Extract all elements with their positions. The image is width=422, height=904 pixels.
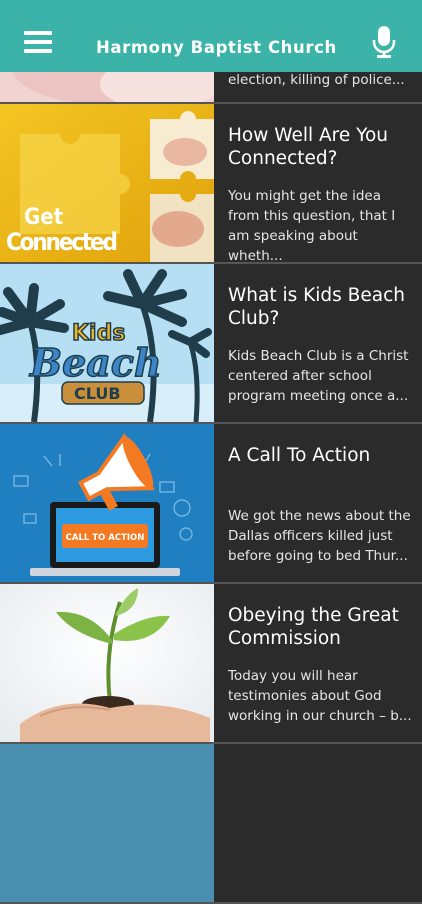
thumb-caption: CALL TO ACTION — [66, 533, 145, 543]
post-item[interactable] — [0, 744, 422, 904]
hamburger-menu-icon[interactable] — [24, 31, 52, 53]
post-item[interactable]: CALL TO ACTION A Call To Action We got t… — [0, 424, 422, 584]
post-thumbnail — [0, 744, 214, 902]
svg-text:Connected: Connected — [6, 228, 118, 256]
post-excerpt: You might get the idea from this questio… — [228, 188, 396, 264]
post-thumbnail — [0, 584, 214, 742]
post-title: How Well Are You Connected? — [228, 125, 388, 169]
app-header: Harmony Baptist Church — [0, 0, 422, 72]
post-thumbnail: Kids Beach CLUB — [0, 264, 214, 422]
microphone-icon[interactable] — [372, 26, 396, 58]
post-excerpt: Kids Beach Club is a Christ centered aft… — [228, 348, 409, 404]
svg-text:CLUB: CLUB — [74, 384, 121, 403]
post-title: Obeying the Great Commission — [228, 605, 399, 649]
post-item[interactable]: Get Connected How Well Are You Connected… — [0, 104, 422, 264]
post-thumbnail: CALL TO ACTION — [0, 424, 214, 582]
post-feed: election, killing of police... Get Conne… — [0, 0, 422, 904]
post-thumbnail: Get Connected — [0, 104, 214, 262]
svg-text:Beach: Beach — [29, 340, 162, 385]
post-item[interactable]: Obeying the Great Commission Today you w… — [0, 584, 422, 744]
post-excerpt: We got the news about the Dallas officer… — [228, 508, 411, 564]
page-title: Harmony Baptist Church — [96, 38, 337, 57]
post-title: A Call To Action — [228, 445, 371, 466]
post-title: What is Kids Beach Club? — [228, 285, 405, 329]
post-item[interactable]: Kids Beach CLUB What is Kids Beach Club?… — [0, 264, 422, 424]
svg-text:Get: Get — [24, 205, 64, 230]
post-excerpt: election, killing of police... — [228, 72, 405, 88]
post-excerpt: Today you will hear testimonies about Go… — [228, 668, 412, 724]
